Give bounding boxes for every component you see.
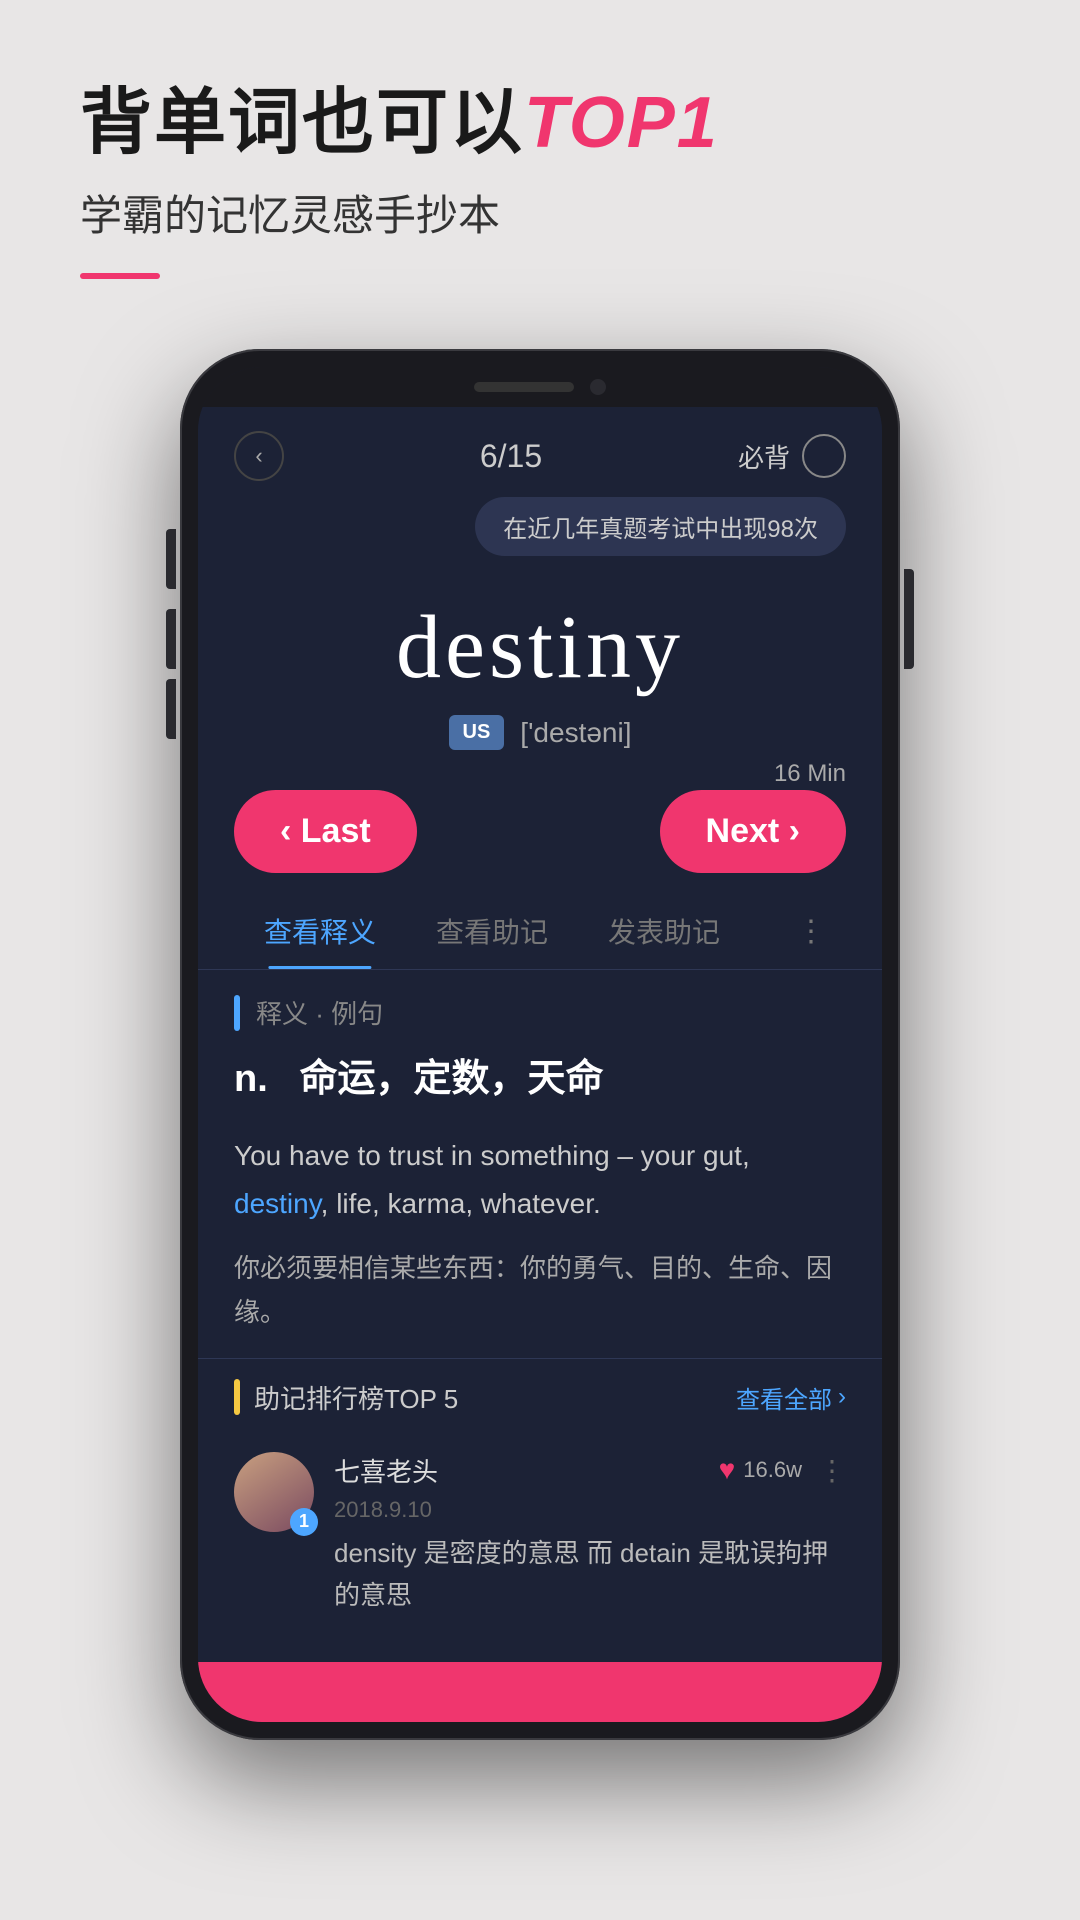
user-right: ♥ 16.6w ⋮	[719, 1454, 846, 1487]
view-all-button[interactable]: 查看全部 ›	[736, 1380, 846, 1415]
definition-zh: 命运，定数，天命	[299, 1058, 603, 1100]
user-name: 七喜老头	[334, 1452, 438, 1489]
tooltip: 在近几年真题考试中出现98次	[475, 497, 846, 556]
phone-speaker	[474, 382, 574, 392]
ranking-header-left: 助记排行榜TOP 5	[234, 1379, 458, 1416]
phonetic-text: ['destəni]	[520, 717, 631, 749]
bottom-bar	[198, 1662, 882, 1722]
ranking-section: 助记排行榜TOP 5 查看全部 › 1	[198, 1358, 882, 1652]
example-en-after: , life, karma, whatever.	[321, 1188, 601, 1219]
title-underline	[80, 273, 160, 279]
entry-more-icon[interactable]: ⋮	[818, 1454, 846, 1487]
main-title-highlight: TOP1	[524, 83, 719, 163]
tab-more-button[interactable]: ⋮	[776, 904, 846, 959]
nav-bar: ‹ 6/15 必背	[198, 407, 882, 497]
next-button[interactable]: Next ›	[660, 790, 846, 873]
avatar-wrap: 1	[234, 1452, 314, 1532]
phone-outer: ‹ 6/15 必背 在近几年真题考试中出现98次 destiny	[180, 349, 900, 1740]
definition-main: n. 命运，定数，天命	[234, 1051, 846, 1108]
tab-definition[interactable]: 查看释义	[234, 893, 406, 969]
tab-mnemonic-label: 查看助记	[436, 917, 548, 948]
section-label: 释义 · 例句	[234, 994, 846, 1031]
ranking-title: 助记排行榜TOP 5	[254, 1379, 458, 1416]
user-date: 2018.9.10	[334, 1497, 846, 1523]
phone-inner: ‹ 6/15 必背 在近几年真题考试中出现98次 destiny	[198, 367, 882, 1722]
tooltip-bar: 在近几年真题考试中出现98次	[198, 497, 882, 576]
back-button[interactable]: ‹	[234, 431, 284, 481]
section-label-text: 释义 · 例句	[256, 994, 383, 1031]
phone-wrapper: ‹ 6/15 必背 在近几年真题考试中出现98次 destiny	[0, 349, 1080, 1740]
rank-badge: 1	[290, 1508, 318, 1536]
heart-icon: ♥	[719, 1454, 736, 1486]
view-all-label: 查看全部	[736, 1380, 832, 1415]
bookmark-circle[interactable]	[802, 434, 846, 478]
tab-post-mnemonic-label: 发表助记	[608, 917, 720, 948]
tab-mnemonic[interactable]: 查看助记	[406, 893, 578, 969]
word-section: destiny US ['destəni]	[198, 576, 882, 760]
word-phonetic: US ['destəni]	[234, 715, 846, 750]
progress-indicator: 6/15	[480, 438, 542, 475]
last-button[interactable]: ‹ Last	[234, 790, 417, 873]
back-icon: ‹	[255, 443, 262, 469]
bookmark-area[interactable]: 必背	[738, 434, 846, 478]
word-main: destiny	[234, 596, 846, 699]
view-all-arrow-icon: ›	[838, 1383, 846, 1411]
example-en-word: destiny	[234, 1188, 321, 1219]
phone-camera	[590, 379, 606, 395]
ranking-entry: 1 七喜老头 ♥ 16.6w ⋮	[234, 1436, 846, 1632]
like-count: 16.6w	[743, 1457, 802, 1483]
screen: ‹ 6/15 必背 在近几年真题考试中出现98次 destiny	[198, 407, 882, 1722]
user-meta: 七喜老头 ♥ 16.6w ⋮	[334, 1452, 846, 1489]
word-navigation: 16 Min ‹ Last Next ›	[198, 760, 882, 893]
like-section[interactable]: ♥ 16.6w	[719, 1454, 802, 1486]
ranking-accent	[234, 1379, 240, 1415]
tab-post-mnemonic[interactable]: 发表助记	[578, 893, 750, 969]
user-content: 七喜老头 ♥ 16.6w ⋮ 2018.9.10 de	[334, 1452, 846, 1616]
more-icon: ⋮	[796, 915, 826, 948]
section-accent	[234, 995, 240, 1031]
tab-definition-label: 查看释义	[264, 917, 376, 948]
example-en: You have to trust in something – your gu…	[234, 1132, 846, 1227]
example-zh: 你必须要相信某些东西：你的勇气、目的、生命、因缘。	[234, 1246, 846, 1334]
part-of-speech: n.	[234, 1058, 268, 1100]
ranking-header: 助记排行榜TOP 5 查看全部 ›	[234, 1379, 846, 1416]
bookmark-label: 必背	[738, 438, 790, 475]
top-section: 背单词也可以TOP1 学霸的记忆灵感手抄本	[0, 0, 1080, 319]
phone-top-bar	[198, 367, 882, 407]
time-label: 16 Min	[774, 760, 846, 788]
definition-section: 释义 · 例句 n. 命运，定数，天命 You have to trust in…	[198, 970, 882, 1358]
example-en-before: You have to trust in something – your gu…	[234, 1140, 750, 1171]
main-title: 背单词也可以TOP1	[80, 80, 1000, 166]
sub-title: 学霸的记忆灵感手抄本	[80, 182, 1000, 243]
user-text: density 是密度的意思 而 detain 是耽误拘押的意思	[334, 1533, 846, 1616]
phonetic-badge: US	[449, 715, 505, 750]
main-title-text: 背单词也可以	[80, 83, 524, 163]
tabs-bar: 查看释义 查看助记 发表助记 ⋮	[198, 893, 882, 970]
